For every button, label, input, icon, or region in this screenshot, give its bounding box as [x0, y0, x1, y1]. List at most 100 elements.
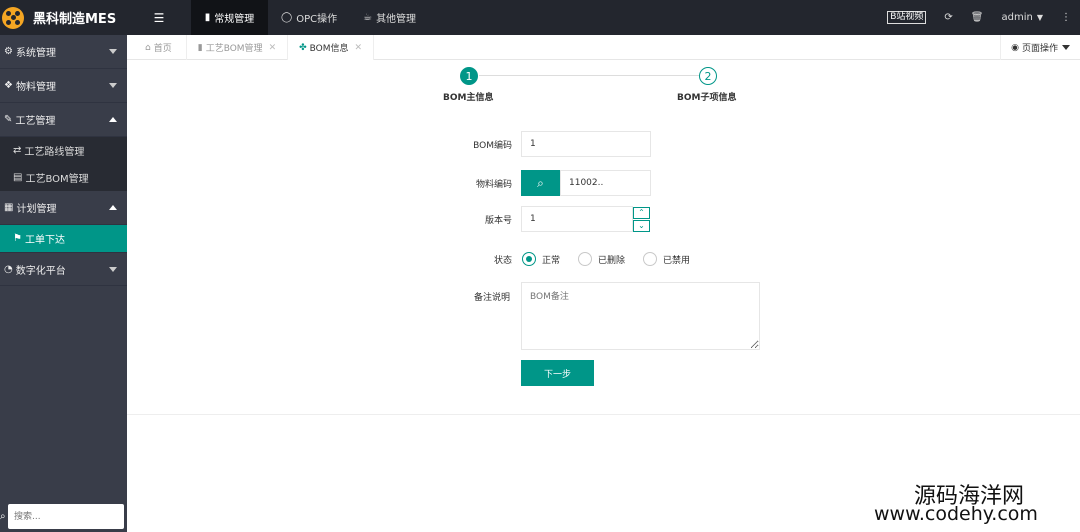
next-step-label: 下一步 [543, 369, 571, 380]
version-increment-icon[interactable]: ⌃ [633, 207, 650, 219]
sidebar-item-process-bom[interactable]: ▤ 工艺BOM管理 [0, 164, 127, 191]
sidebar-group-system[interactable]: ⚙ 系统管理 [0, 35, 127, 69]
sidebar-item-process-route[interactable]: ⇄ 工艺路线管理 [0, 137, 127, 164]
radio-dot [643, 252, 657, 266]
sidebar-group-label: 系统管理 [15, 48, 56, 59]
file-icon: ▤ [13, 172, 23, 183]
remark-textarea[interactable] [521, 282, 760, 350]
topnav-item-regular[interactable]: ▮ 常规管理 [191, 0, 268, 35]
version-value: 1 [530, 214, 536, 224]
sidebar-item-label: 工艺路线管理 [24, 147, 85, 158]
sidebar-search-input[interactable] [8, 504, 124, 529]
more-vertical-icon[interactable]: ⋮ [1052, 0, 1080, 35]
status-radio-deleted[interactable]: 已删除 [578, 252, 625, 266]
home-icon: ⌂ [145, 42, 151, 53]
topnav-label: 其他管理 [376, 14, 417, 25]
sidebar-submenu-process: ⇄ 工艺路线管理 ▤ 工艺BOM管理 [0, 137, 127, 191]
tab-label: 工艺BOM管理 [205, 44, 263, 54]
material-code-label: 物料编码 [475, 180, 512, 190]
sidebar-group-plan[interactable]: ▦ 计划管理 [0, 191, 127, 225]
user-menu[interactable]: admin ▼ [993, 0, 1053, 35]
close-icon[interactable]: ✕ [269, 43, 277, 53]
step-number: 1 [465, 69, 473, 83]
radio-dot [522, 252, 536, 266]
step-connector [479, 75, 699, 76]
tab-label: 首页 [153, 44, 172, 54]
topnav-label: 常规管理 [214, 14, 255, 25]
sidebar-group-label: 工艺管理 [15, 116, 56, 127]
page-ops-label: 页面操作 [1021, 44, 1058, 54]
video-label: B站视频 [887, 11, 927, 24]
topnav-label: OPC操作 [296, 14, 338, 25]
step-1-label: BOM主信息 [443, 93, 494, 103]
radio-label: 正常 [542, 255, 561, 266]
chevron-down-icon [109, 49, 117, 54]
close-icon[interactable]: ✕ [355, 43, 363, 53]
app-logo[interactable]: 黑科制造MES [0, 0, 127, 35]
material-code-input[interactable]: 11002.. [560, 170, 651, 196]
step-2-circle[interactable]: 2 [699, 67, 717, 85]
top-nav: ▮ 常规管理 ◯ OPC操作 ☕ 其他管理 [191, 0, 429, 35]
chevron-down-icon [109, 83, 117, 88]
sidebar-group-digital[interactable]: ◔ 数字化平台 [0, 252, 127, 286]
top-right-tools: B站视频 ⟳ 🗑 admin ▼ ⋮ [878, 0, 1080, 35]
search-icon: ⌕ [537, 175, 544, 190]
material-search-button[interactable]: ⌕ [521, 170, 560, 196]
dropbox-icon: ✤ [299, 42, 307, 53]
version-label: 版本号 [484, 216, 512, 226]
flag-icon: ⚑ [13, 233, 22, 244]
watermark-url: www.codehy.com [874, 503, 1038, 525]
cup-icon: ☕ [363, 12, 373, 23]
cubes-icon: ❖ [4, 80, 13, 91]
sidebar-search: ⌕ [0, 501, 127, 532]
sidebar-item-label: 工艺BOM管理 [25, 174, 89, 185]
sidebar-group-material[interactable]: ❖ 物料管理 [0, 69, 127, 103]
trash-icon[interactable]: 🗑 [962, 0, 993, 35]
circle-icon: ◯ [281, 12, 293, 23]
topnav-item-opc[interactable]: ◯ OPC操作 [268, 0, 350, 35]
refresh-icon[interactable]: ⟳ [935, 0, 961, 35]
video-link[interactable]: B站视频 [878, 0, 935, 35]
sidebar-group-label: 计划管理 [16, 204, 57, 215]
user-name: admin [1001, 12, 1033, 23]
sidebar-group-process[interactable]: ✎ 工艺管理 [0, 103, 127, 137]
bom-code-value: 1 [530, 139, 536, 149]
tab-home[interactable]: ⌂ 首页 [127, 35, 187, 60]
tab-bom-info[interactable]: ✤ BOM信息 ✕ [288, 35, 375, 60]
topnav-item-other[interactable]: ☕ 其他管理 [350, 0, 429, 35]
top-bar: 黑科制造MES ☰ ▮ 常规管理 ◯ OPC操作 ☕ 其他管理 B站视频 ⟳ 🗑… [0, 0, 1080, 35]
step-2-label: BOM子项信息 [677, 93, 737, 103]
status-radio-disabled[interactable]: 已禁用 [643, 252, 690, 266]
sidebar-group-label: 物料管理 [15, 82, 56, 93]
chevron-up-icon [109, 205, 117, 210]
app-title: 黑科制造MES [33, 12, 117, 27]
tab-label: BOM信息 [309, 44, 349, 54]
step-number: 2 [704, 69, 712, 83]
status-radio-normal[interactable]: 正常 [522, 252, 560, 266]
step-1-circle[interactable]: 1 [460, 67, 478, 85]
caret-down-icon: ▼ [1036, 13, 1043, 22]
bom-code-label: BOM编码 [473, 141, 512, 151]
version-input[interactable]: 1 [521, 206, 633, 232]
caret-down-icon [1062, 45, 1070, 50]
bom-code-input[interactable]: 1 [521, 131, 651, 157]
chevron-down-icon [109, 267, 117, 272]
doc-icon: ▮ [204, 12, 211, 23]
route-icon: ⇄ [13, 145, 22, 156]
sidebar-item-work-order[interactable]: ⚑ 工单下达 [0, 225, 127, 252]
status-label: 状态 [493, 256, 512, 266]
target-icon: ◉ [1011, 42, 1019, 53]
tab-process-bom[interactable]: ▮ 工艺BOM管理 ✕ [187, 35, 289, 60]
remark-label: 备注说明 [473, 293, 510, 303]
page-operations-button[interactable]: ◉ 页面操作 [1000, 35, 1080, 60]
logo-badge-icon [2, 6, 24, 29]
radio-dot [578, 252, 592, 266]
wrench-icon: ✎ [4, 114, 13, 125]
tabs-bar: ⌂ 首页 ▮ 工艺BOM管理 ✕ ✤ BOM信息 ✕ ◉ 页面操作 [127, 35, 1080, 60]
next-step-button[interactable]: 下一步 [521, 360, 594, 386]
calendar-icon: ▦ [4, 202, 14, 213]
menu-toggle-icon[interactable]: ☰ [127, 0, 191, 35]
sidebar-item-label: 工单下达 [24, 235, 65, 246]
gears-icon: ⚙ [4, 46, 13, 57]
version-decrement-icon[interactable]: ⌄ [633, 220, 650, 232]
